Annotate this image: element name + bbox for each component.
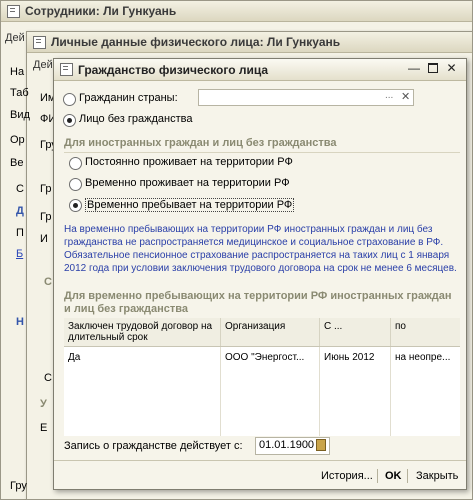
- button-divider: [407, 469, 408, 483]
- citizenship-dialog: Гражданство физического лица — ✕ Граждан…: [53, 58, 467, 490]
- stub-label: Гр: [40, 211, 52, 223]
- table-header-from[interactable]: С ...: [319, 318, 391, 347]
- stub-label: С: [44, 276, 52, 288]
- stub-label: У: [40, 398, 47, 410]
- close-icon[interactable]: ✕: [446, 62, 457, 74]
- form-icon: [33, 36, 46, 49]
- employment-table[interactable]: Заключен трудовой договор на длительный …: [64, 318, 460, 436]
- stub-label: П: [16, 227, 24, 239]
- footer-divider: [54, 460, 466, 461]
- record-date-field[interactable]: 01.01.1900: [255, 437, 330, 455]
- calendar-icon[interactable]: [316, 439, 326, 451]
- clear-icon[interactable]: ✕: [401, 90, 410, 103]
- form-icon: [60, 63, 73, 76]
- stub-link[interactable]: Б: [16, 248, 23, 260]
- stub-label: Вид: [10, 109, 30, 121]
- temporary-stay-radio[interactable]: [69, 199, 82, 212]
- stub-label: На: [10, 66, 25, 78]
- temporary-residence-radio[interactable]: [69, 178, 82, 191]
- stateless-radio[interactable]: [63, 114, 76, 127]
- outer-window-titlebar[interactable]: Сотрудники: Ли Гункуань: [1, 1, 472, 22]
- country-field[interactable]: ... ✕: [198, 89, 414, 106]
- table-header-row: Заключен трудовой договор на длительный …: [64, 318, 460, 347]
- stub-label: Ве: [10, 157, 24, 169]
- ok-button[interactable]: OK: [385, 466, 402, 486]
- close-button[interactable]: Закрыть: [416, 466, 458, 486]
- citizen-radio[interactable]: [63, 93, 76, 106]
- dialog-title: Гражданство физического лица: [78, 63, 269, 77]
- table-cell[interactable]: на неопре...: [391, 347, 461, 368]
- table-row[interactable]: Да ООО "Энергост... Июнь 2012 на неопре.…: [64, 346, 461, 368]
- table-cell[interactable]: Да: [64, 346, 221, 368]
- stub-label: Н: [16, 316, 24, 328]
- stub-label: Д: [16, 205, 24, 217]
- table-cell[interactable]: ООО "Энергост...: [220, 346, 320, 368]
- stub-label: Ор: [10, 134, 25, 146]
- record-date-value: 01.01.1900: [259, 439, 315, 451]
- middle-window-titlebar[interactable]: Личные данные физического лица: Ли Гунку…: [27, 32, 472, 53]
- table-header-to[interactable]: по: [390, 318, 460, 347]
- citizen-label: Гражданин страны:: [79, 92, 178, 104]
- permanent-residence-label: Постоянно проживает на территории РФ: [85, 156, 293, 168]
- insurance-info-text: На временно пребывающих на территории РФ…: [64, 224, 457, 274]
- section-temporary-heading: Для временно пребывающих на территории Р…: [64, 290, 452, 315]
- table-cell[interactable]: Июнь 2012: [319, 346, 391, 368]
- middle-tab-stub[interactable]: Дей: [33, 59, 53, 71]
- middle-window-title: Личные данные физического лица: Ли Гунку…: [51, 35, 341, 49]
- stub-label: И: [40, 233, 48, 245]
- permanent-residence-radio[interactable]: [69, 157, 82, 170]
- table-filler: [64, 367, 460, 436]
- stub-label: С: [44, 372, 52, 384]
- section-foreign-heading: Для иностранных граждан и лиц без гражда…: [64, 137, 337, 149]
- button-divider: [377, 469, 378, 483]
- ellipsis-icon[interactable]: ...: [385, 90, 393, 101]
- stub-label: Таб: [10, 87, 29, 99]
- stub-label: Гру: [10, 480, 27, 492]
- form-icon: [7, 5, 20, 18]
- outer-window-title: Сотрудники: Ли Гункуань: [25, 4, 177, 18]
- history-button[interactable]: История...: [321, 466, 373, 486]
- temporary-residence-label: Временно проживает на территории РФ: [85, 177, 290, 189]
- table-header-contract[interactable]: Заключен трудовой договор на длительный …: [64, 318, 221, 347]
- table-header-organization[interactable]: Организация: [220, 318, 320, 347]
- stateless-label: Лицо без гражданства: [79, 113, 193, 125]
- section-divider: [64, 152, 460, 153]
- record-effective-label: Запись о гражданстве действует с:: [64, 440, 243, 452]
- stub-label: Гр: [40, 183, 52, 195]
- temporary-stay-label: Временно пребывает на территории РФ: [85, 198, 295, 212]
- dialog-titlebar[interactable]: Гражданство физического лица — ✕: [54, 59, 466, 81]
- stub-tab[interactable]: С: [16, 183, 24, 195]
- minimize-icon[interactable]: —: [408, 62, 420, 74]
- stub-label: Е: [40, 422, 48, 434]
- maximize-icon[interactable]: [427, 63, 438, 74]
- outer-tab-stub[interactable]: Дей: [5, 32, 25, 44]
